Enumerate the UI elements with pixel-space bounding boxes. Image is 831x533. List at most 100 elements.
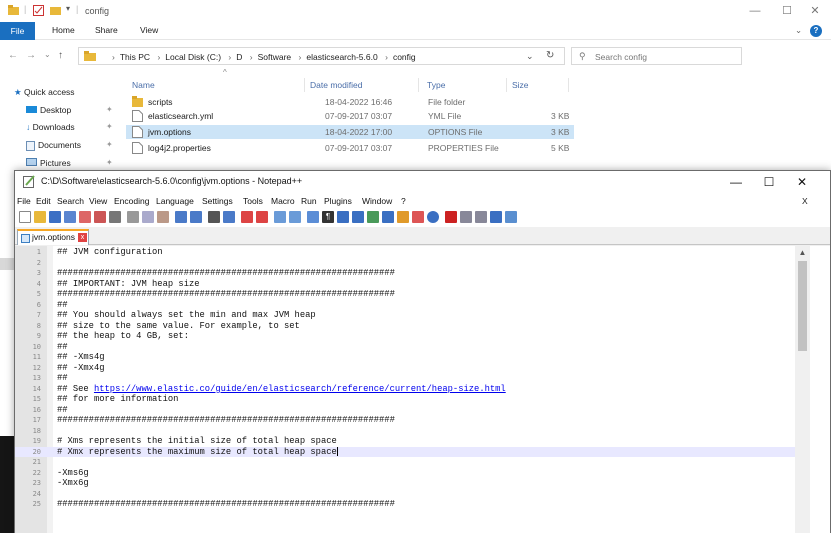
breadcrumb-software[interactable]: Software xyxy=(258,52,292,62)
chevron-right-icon[interactable]: › xyxy=(385,52,388,62)
code-line[interactable]: 3 #######################################… xyxy=(15,268,795,279)
minimize-button[interactable]: — xyxy=(722,173,750,191)
save-icon[interactable] xyxy=(49,211,61,223)
pin-icon[interactable]: ✦ xyxy=(106,140,113,149)
scrollbar-thumb[interactable] xyxy=(798,261,807,351)
sync-vertical-icon[interactable] xyxy=(274,211,286,223)
run-macro-multiple-icon[interactable] xyxy=(490,211,502,223)
zoom-in-icon[interactable] xyxy=(241,211,253,223)
forward-icon[interactable]: → xyxy=(26,50,36,61)
code-line[interactable]: 15 ## for more information xyxy=(15,394,795,405)
tab-jvm-options[interactable]: jvm.options x xyxy=(17,229,89,245)
column-header-name[interactable]: Name xyxy=(132,80,155,90)
menu-edit[interactable]: Edit xyxy=(36,196,51,206)
undo-icon[interactable] xyxy=(175,211,187,223)
file-row-jvm-options[interactable]: jvm.options 18-04-2022 17:00 OPTIONS Fil… xyxy=(126,125,574,139)
menu-plugins[interactable]: Plugins xyxy=(324,196,352,206)
playback-icon[interactable] xyxy=(475,211,487,223)
paste-icon[interactable] xyxy=(157,211,169,223)
minimize-button[interactable]: — xyxy=(742,3,768,19)
chevron-right-icon[interactable]: › xyxy=(112,52,115,62)
find-icon[interactable] xyxy=(208,211,220,223)
save-all-icon[interactable] xyxy=(64,211,76,223)
menu-search[interactable]: Search xyxy=(57,196,84,206)
code-line[interactable]: 7 ## You should always set the min and ma… xyxy=(15,310,795,321)
address-dropdown-icon[interactable]: ⌄ xyxy=(526,51,534,62)
code-line[interactable]: 20 # Xmx represents the maximum size of t… xyxy=(15,446,795,457)
menu-window[interactable]: Window xyxy=(362,196,392,206)
recent-locations-icon[interactable]: ⌄ xyxy=(44,50,51,59)
function-list-icon[interactable] xyxy=(382,211,394,223)
chevron-right-icon[interactable]: › xyxy=(250,52,253,62)
new-file-icon[interactable] xyxy=(19,211,31,223)
pin-icon[interactable]: ✦ xyxy=(106,158,113,167)
menu-help[interactable]: ? xyxy=(401,196,406,206)
code-line[interactable]: 25 ######################################… xyxy=(15,499,795,510)
close-document-button[interactable]: X xyxy=(802,196,808,206)
cut-icon[interactable] xyxy=(127,211,139,223)
code-line[interactable]: 22 -Xms6g xyxy=(15,468,795,479)
code-line[interactable]: 17 ######################################… xyxy=(15,415,795,426)
close-button[interactable]: ✕ xyxy=(788,173,816,191)
nav-item-downloads[interactable]: ↓ Downloads ✦ xyxy=(26,122,113,132)
word-wrap-icon[interactable] xyxy=(307,211,319,223)
print-icon[interactable] xyxy=(109,211,121,223)
quick-access-dropdown-icon[interactable]: ▾ xyxy=(66,4,70,15)
save-macro-icon[interactable] xyxy=(505,211,517,223)
code-line[interactable]: 13 ## xyxy=(15,373,795,384)
code-line[interactable]: 1 ## JVM configuration xyxy=(15,247,795,258)
vertical-scrollbar[interactable]: ▲ xyxy=(795,246,810,533)
redo-icon[interactable] xyxy=(190,211,202,223)
zoom-out-icon[interactable] xyxy=(256,211,268,223)
heap-size-docs-link[interactable]: https://www.elastic.co/guide/en/elastics… xyxy=(94,384,506,394)
code-line[interactable]: 16 ## xyxy=(15,405,795,416)
column-header-type[interactable]: Type xyxy=(427,80,445,90)
properties-icon[interactable] xyxy=(33,5,44,16)
start-recording-icon[interactable] xyxy=(445,211,457,223)
chevron-right-icon[interactable]: › xyxy=(299,52,302,62)
maximize-button[interactable]: ☐ xyxy=(774,3,800,19)
sync-horizontal-icon[interactable] xyxy=(289,211,301,223)
copy-icon[interactable] xyxy=(142,211,154,223)
close-button[interactable]: ✕ xyxy=(802,3,828,19)
open-file-icon[interactable] xyxy=(34,211,46,223)
breadcrumb-d[interactable]: D xyxy=(236,52,242,62)
menu-macro[interactable]: Macro xyxy=(271,196,295,206)
code-line[interactable]: 21 xyxy=(15,457,795,468)
address-bar[interactable]: › This PC › Local Disk (C:) › D › Software ›… xyxy=(78,47,565,65)
stop-recording-icon[interactable] xyxy=(460,211,472,223)
menu-encoding[interactable]: Encoding xyxy=(114,196,149,206)
ribbon-tab-view[interactable]: View xyxy=(140,25,158,35)
chevron-right-icon[interactable]: › xyxy=(157,52,160,62)
menu-view[interactable]: View xyxy=(89,196,107,206)
code-line[interactable]: 9 ## the heap to 4 GB, set: xyxy=(15,331,795,342)
show-all-characters-icon[interactable]: ¶ xyxy=(322,211,334,223)
file-row-elasticsearch-yml[interactable]: elasticsearch.yml 07-09-2017 03:07 YML F… xyxy=(126,109,574,123)
code-line[interactable]: 14 ## See https://www.elastic.co/guide/en… xyxy=(15,384,795,395)
code-line[interactable]: 4 ## IMPORTANT: JVM heap size xyxy=(15,279,795,290)
replace-icon[interactable] xyxy=(223,211,235,223)
search-box[interactable]: ⚲ Search config xyxy=(571,47,742,65)
close-all-icon[interactable] xyxy=(94,211,106,223)
code-line[interactable]: 5 #######################################… xyxy=(15,289,795,300)
nav-item-pictures[interactable]: Pictures ✦ xyxy=(26,158,113,168)
user-language-icon[interactable] xyxy=(352,211,364,223)
menu-run[interactable]: Run xyxy=(301,196,317,206)
code-line[interactable]: 8 ## size to the same value. For example,… xyxy=(15,321,795,332)
code-line[interactable]: 23 -Xmx6g xyxy=(15,478,795,489)
expand-ribbon-icon[interactable]: ⌄ xyxy=(795,25,802,36)
breadcrumb-elasticsearch[interactable]: elasticsearch-5.6.0 xyxy=(306,52,377,62)
file-row-log4j2-properties[interactable]: log4j2.properties 07-09-2017 03:07 PROPE… xyxy=(126,141,574,155)
nav-item-quick-access[interactable]: ★ Quick access xyxy=(14,87,75,98)
pin-icon[interactable]: ✦ xyxy=(106,105,113,114)
menu-file[interactable]: File xyxy=(17,196,31,206)
code-line[interactable]: 10 ## xyxy=(15,342,795,353)
chevron-right-icon[interactable]: › xyxy=(228,52,231,62)
code-line[interactable]: 24 xyxy=(15,489,795,500)
new-folder-icon[interactable] xyxy=(50,5,61,16)
column-header-date[interactable]: Date modified xyxy=(310,80,362,90)
column-divider[interactable] xyxy=(304,78,305,92)
help-icon[interactable]: ? xyxy=(810,25,822,37)
menu-language[interactable]: Language xyxy=(156,196,194,206)
up-icon[interactable]: ↑ xyxy=(58,50,63,61)
